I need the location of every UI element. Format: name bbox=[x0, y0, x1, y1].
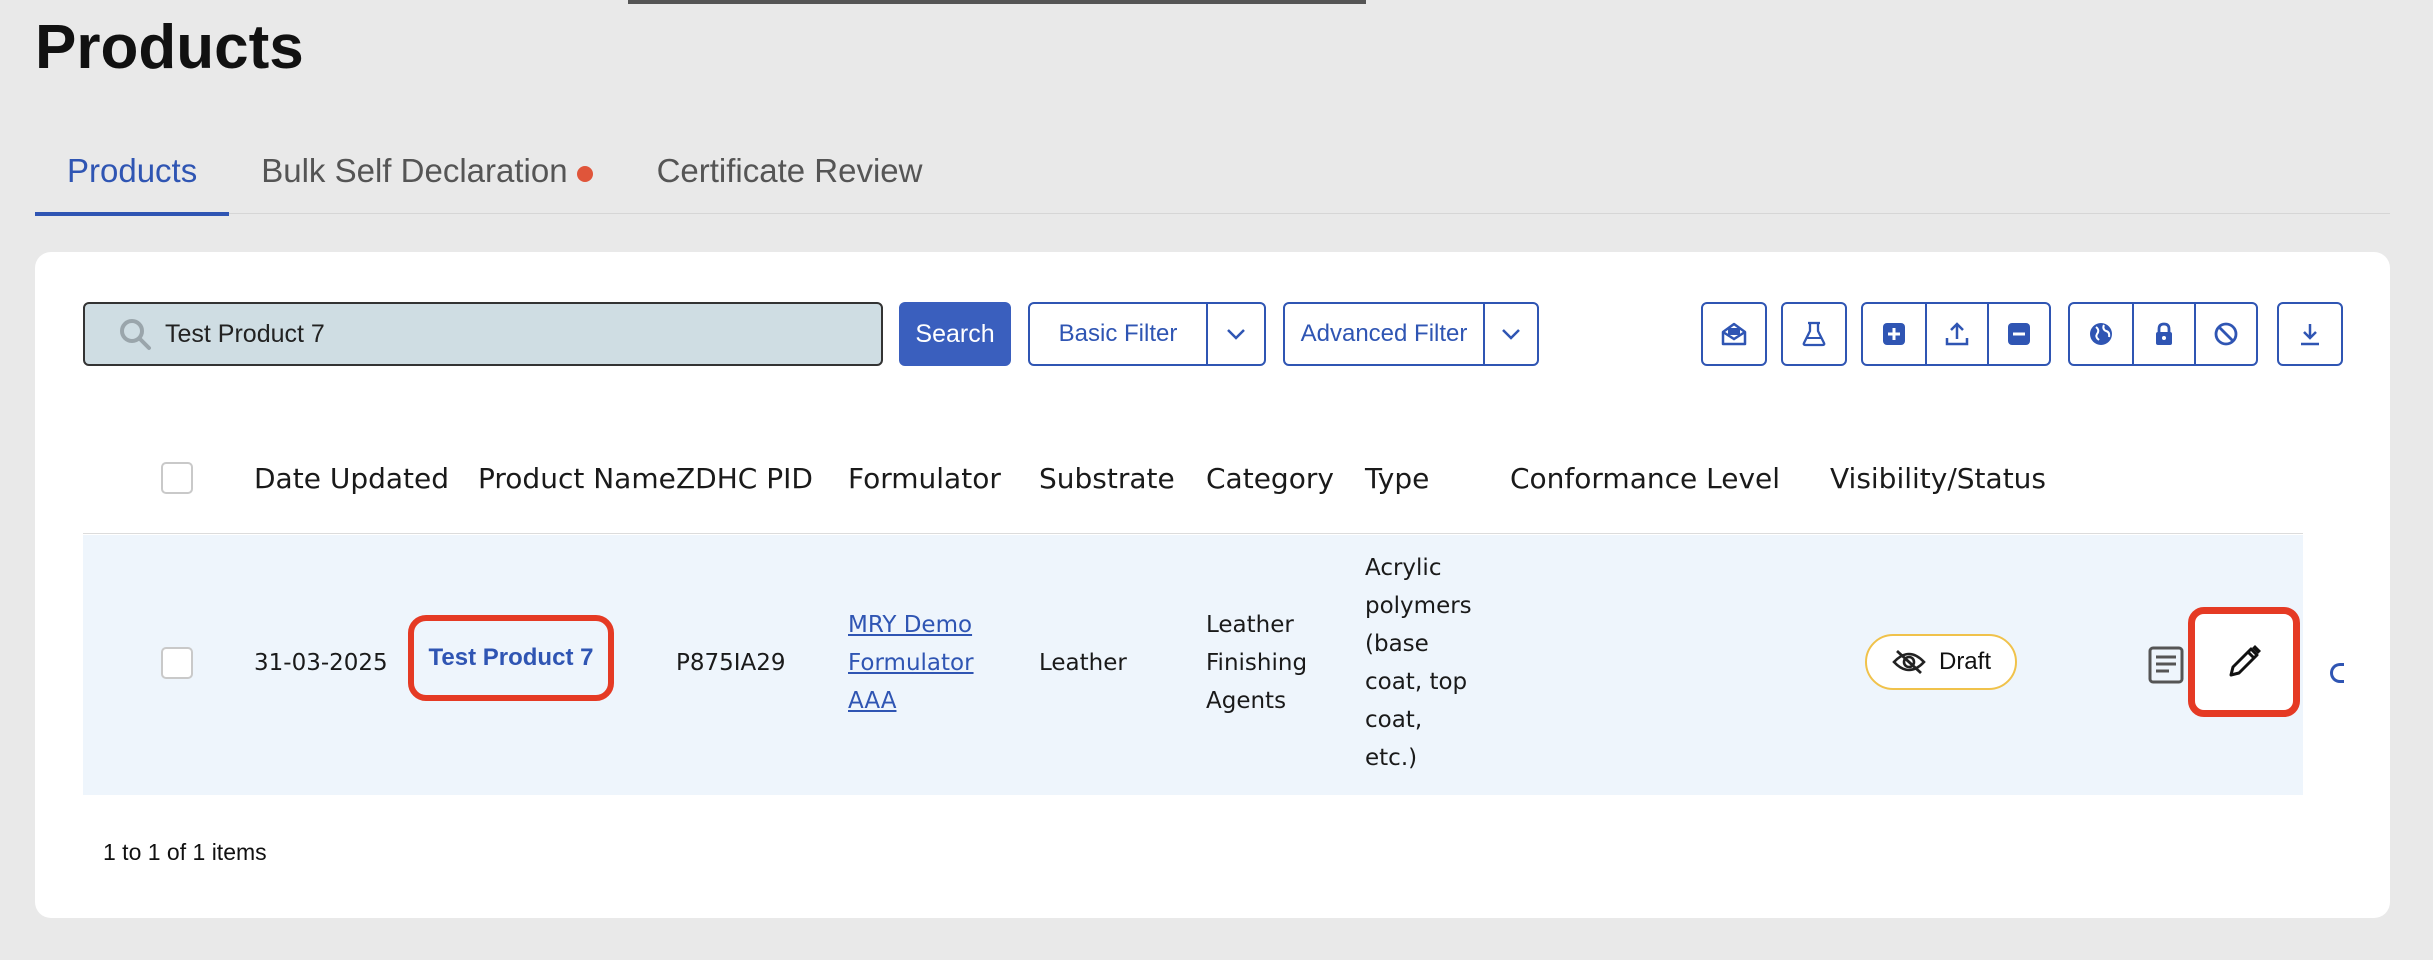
tab-label: Bulk Self Declaration bbox=[261, 152, 568, 189]
download-icon bbox=[2301, 324, 2319, 346]
category-line: Finishing bbox=[1206, 650, 1308, 676]
product-name-text: Test Product 7 bbox=[428, 644, 594, 671]
advanced-filter-toggle[interactable] bbox=[1483, 304, 1537, 364]
status-badge: Draft bbox=[1865, 634, 2017, 690]
type-line: coat, bbox=[1365, 707, 1423, 733]
type-line: polymers bbox=[1365, 593, 1472, 619]
more-icon[interactable] bbox=[2330, 663, 2344, 683]
search-box bbox=[83, 302, 883, 366]
status-text: Draft bbox=[1938, 648, 1991, 675]
column-header-conformance-level[interactable]: Conformance Level bbox=[1510, 422, 1780, 534]
notification-dot bbox=[576, 166, 593, 182]
cell-date-updated: 31-03-2025 bbox=[254, 650, 388, 676]
search-button[interactable]: Search bbox=[899, 302, 1011, 366]
tab-bar: Products Bulk Self Declaration Certifica… bbox=[35, 140, 2390, 216]
tab-bulk-self-declaration[interactable]: Bulk Self Declaration bbox=[229, 140, 624, 214]
mail-open-button[interactable] bbox=[1703, 304, 1765, 364]
page-title: Products bbox=[35, 13, 304, 82]
cell-zdhc-pid: P875IA29 bbox=[676, 650, 786, 676]
table-row[interactable]: 31-03-2025 Test Product 7 P875IA29 MRY D… bbox=[83, 535, 2344, 795]
block-button[interactable] bbox=[2194, 304, 2256, 364]
row-checkbox[interactable] bbox=[161, 647, 193, 679]
type-line: (base bbox=[1365, 631, 1429, 657]
mail-button-group bbox=[1701, 302, 1767, 366]
product-name-link[interactable]: Test Product 7 bbox=[408, 615, 614, 701]
eye-off-icon bbox=[1892, 649, 1926, 675]
basic-filter-dropdown: Basic Filter bbox=[1028, 302, 1266, 366]
details-icon[interactable] bbox=[2147, 645, 2185, 685]
column-header-substrate[interactable]: Substrate bbox=[1039, 422, 1175, 534]
tab-certificate-review[interactable]: Certificate Review bbox=[625, 140, 955, 214]
download-button-group bbox=[2277, 302, 2343, 366]
column-header-category[interactable]: Category bbox=[1206, 422, 1334, 534]
formulator-line: Formulator bbox=[848, 650, 974, 676]
pencil-icon bbox=[2229, 645, 2261, 677]
type-line: Acrylic bbox=[1365, 555, 1442, 581]
minus-square-icon bbox=[2008, 323, 2030, 345]
column-header-type[interactable]: Type bbox=[1365, 422, 1429, 534]
mail-open-icon bbox=[1721, 322, 1747, 346]
category-line: Leather bbox=[1206, 612, 1294, 638]
cell-type: Acrylic polymers (base coat, top coat, e… bbox=[1365, 549, 1472, 777]
table-header: Date Updated Product Name ZDHC PID Formu… bbox=[83, 422, 2303, 534]
type-line: coat, top bbox=[1365, 669, 1468, 695]
search-icon bbox=[120, 319, 151, 350]
upload-button[interactable] bbox=[1925, 304, 1987, 364]
category-line: Agents bbox=[1206, 688, 1287, 714]
lock-icon bbox=[2156, 322, 2172, 345]
tab-products[interactable]: Products bbox=[35, 140, 230, 216]
flask-icon bbox=[1802, 321, 1826, 347]
column-header-date-updated[interactable]: Date Updated bbox=[254, 422, 449, 534]
block-icon bbox=[2214, 322, 2238, 346]
chevron-down-icon bbox=[1502, 329, 1520, 340]
chevron-down-icon bbox=[1227, 329, 1245, 340]
pagination-summary: 1 to 1 of 1 items bbox=[103, 839, 267, 865]
select-all-checkbox[interactable] bbox=[161, 462, 193, 494]
add-button[interactable] bbox=[1863, 304, 1925, 364]
formulator-line: AAA bbox=[848, 688, 897, 714]
formulator-link[interactable]: MRY Demo Formulator AAA bbox=[848, 606, 974, 720]
remove-button[interactable] bbox=[1987, 304, 2049, 364]
type-line: etc.) bbox=[1365, 745, 1418, 771]
publish-button[interactable] bbox=[2070, 304, 2132, 364]
column-header-visibility-status[interactable]: Visibility/Status bbox=[1830, 422, 2046, 534]
upload-icon bbox=[1945, 322, 1969, 346]
download-button[interactable] bbox=[2279, 304, 2341, 364]
advanced-filter-button[interactable]: Advanced Filter bbox=[1285, 304, 1483, 364]
tab-label: Certificate Review bbox=[656, 152, 923, 189]
products-card: Search Basic Filter Advanced Filter bbox=[35, 252, 2390, 918]
column-header-product-name[interactable]: Product Name bbox=[478, 422, 676, 534]
visibility-actions-group bbox=[2068, 302, 2258, 366]
formulator-line: MRY Demo bbox=[848, 612, 973, 638]
top-strip bbox=[628, 0, 1366, 4]
plus-square-icon bbox=[1883, 323, 1905, 345]
flask-button[interactable] bbox=[1783, 304, 1845, 364]
column-header-formulator[interactable]: Formulator bbox=[848, 422, 1001, 534]
basic-filter-button[interactable]: Basic Filter bbox=[1030, 304, 1206, 364]
advanced-filter-dropdown: Advanced Filter bbox=[1283, 302, 1539, 366]
cell-category: Leather Finishing Agents bbox=[1206, 606, 1307, 720]
edit-button[interactable] bbox=[2188, 607, 2300, 717]
cell-substrate: Leather bbox=[1039, 650, 1127, 676]
tab-label: Products bbox=[67, 152, 198, 189]
lock-button[interactable] bbox=[2132, 304, 2194, 364]
basic-filter-toggle[interactable] bbox=[1206, 304, 1264, 364]
product-actions-group bbox=[1861, 302, 2051, 366]
globe-icon bbox=[2090, 323, 2112, 345]
column-header-zdhc-pid[interactable]: ZDHC PID bbox=[676, 422, 813, 534]
flask-button-group bbox=[1781, 302, 1847, 366]
search-input[interactable] bbox=[165, 319, 845, 349]
